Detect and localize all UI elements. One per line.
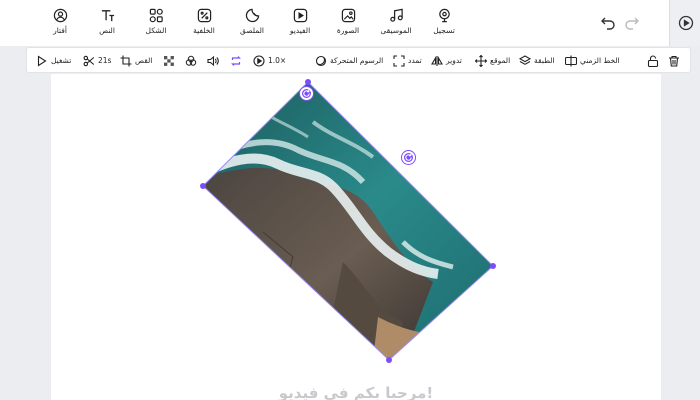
move-icon [475,55,487,67]
position-label: الموقع [490,56,511,65]
speed-icon [253,55,265,67]
animation-label: الرسوم المتحركة [330,56,384,65]
video-canvas[interactable]: مرحبا بكم في فيديو! [51,74,661,400]
play-button[interactable]: تشغيل [36,54,71,68]
lock-icon [647,55,659,67]
rotate-arrows-icon [303,89,310,97]
top-toolbar: أفتار النص الشكل الخلفية الملصق الفيديو [0,0,700,46]
layers-icon [519,55,531,65]
canvas-caption[interactable]: مرحبا بكم في فيديو! [51,384,661,400]
layer-label: الطبقة [534,56,555,65]
rotate-label: تدوير [446,56,462,65]
move-handle[interactable] [402,151,415,164]
record-tool-label: تسجيل [433,26,455,35]
transparency-icon [164,56,174,66]
volume-icon [207,55,219,67]
loop-button[interactable] [230,54,242,68]
undo-icon [601,17,615,30]
lock-button[interactable] [647,54,659,68]
loop-icon [231,56,241,66]
resize-handle-left[interactable] [200,183,206,189]
trash-icon [669,55,679,67]
expand-icon [393,55,405,67]
text-icon [79,8,135,25]
filters-button[interactable] [185,54,197,68]
record-icon [416,8,472,25]
redo-icon [625,17,639,30]
scissors-icon [83,55,95,67]
stretch-label: تمدد [408,56,422,65]
duration-label: 21s [98,56,112,65]
rotate-button[interactable]: تدوير [431,54,462,68]
crop-button[interactable]: القص [120,54,152,68]
filters-icon [185,55,197,66]
resize-handle-right[interactable] [490,263,496,269]
refresh-icon [405,153,412,161]
undo-button[interactable] [600,14,616,30]
resize-handle-bottom[interactable] [386,357,392,363]
coastline-photo [202,81,494,361]
stretch-button[interactable]: تمدد [393,54,422,68]
preview-panel-toggle[interactable] [669,0,700,46]
animation-icon [315,55,327,67]
timeline-label: الخط الزمني [580,56,620,65]
crop-label: القص [135,56,153,65]
selected-photo[interactable] [200,79,496,363]
trim-button[interactable]: 21s [83,54,111,68]
layer-button[interactable]: الطبقة [519,54,555,68]
transparency-button[interactable] [163,54,175,68]
speed-label: 1.0× [268,56,287,65]
volume-button[interactable] [207,54,219,68]
position-button[interactable]: الموقع [475,54,510,68]
split-icon [565,55,577,67]
play-label: تشغيل [51,56,72,65]
crop-icon [120,55,132,67]
record-tool[interactable]: تسجيل [416,8,472,38]
text-tool-label: النص [99,26,115,35]
speed-button[interactable]: 1.0× [253,54,286,68]
delete-button[interactable] [668,54,680,68]
redo-button[interactable] [624,14,640,30]
resize-handle-top[interactable] [305,79,311,85]
timeline-button[interactable]: الخط الزمني [565,54,620,68]
rotate-handle[interactable] [300,87,313,100]
play-icon [37,55,47,67]
text-tool[interactable]: النص [79,8,135,38]
play-circle-icon [678,15,694,31]
rotate-icon [431,55,443,66]
element-toolbar: تشغيل 21s القص 1.0× الرسوم المتحركة تمدد [26,47,691,73]
animation-button[interactable]: الرسوم المتحركة [315,54,383,68]
